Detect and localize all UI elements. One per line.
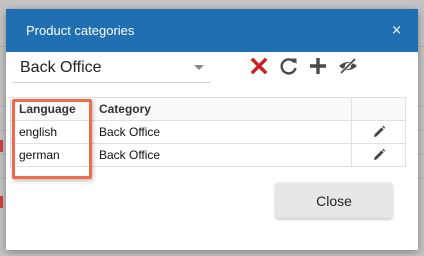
table-header-row: Language Category bbox=[10, 97, 406, 121]
delete-icon[interactable] bbox=[248, 55, 270, 77]
cell-category: Back Office bbox=[89, 143, 353, 167]
close-icon[interactable]: × bbox=[391, 23, 402, 38]
dialog-title: Product categories bbox=[26, 23, 135, 38]
category-table: Language Category english Back Office ge… bbox=[10, 97, 406, 167]
chevron-down-icon bbox=[194, 65, 204, 70]
cell-category: Back Office bbox=[89, 120, 353, 144]
category-select[interactable]: Back Office bbox=[12, 53, 210, 83]
background-status-mark bbox=[0, 196, 3, 208]
table-row[interactable]: german Back Office bbox=[10, 143, 406, 167]
column-header-language[interactable]: Language bbox=[10, 97, 91, 121]
cell-actions bbox=[351, 143, 406, 167]
edit-pencil-icon[interactable] bbox=[372, 125, 386, 139]
column-header-category[interactable]: Category bbox=[89, 97, 353, 121]
close-button[interactable]: Close bbox=[276, 183, 392, 218]
cell-actions bbox=[351, 120, 406, 144]
edit-pencil-icon[interactable] bbox=[372, 148, 386, 162]
table-row[interactable]: english Back Office bbox=[10, 120, 406, 144]
hide-icon[interactable] bbox=[337, 55, 359, 77]
cell-language: english bbox=[10, 120, 91, 144]
background-status-mark bbox=[0, 140, 3, 152]
refresh-icon[interactable] bbox=[278, 55, 300, 77]
column-header-actions bbox=[351, 97, 406, 121]
cell-language: german bbox=[10, 143, 91, 167]
category-select-value: Back Office bbox=[20, 58, 102, 76]
add-icon[interactable] bbox=[307, 55, 329, 77]
dialog-header: Product categories × bbox=[6, 9, 418, 52]
